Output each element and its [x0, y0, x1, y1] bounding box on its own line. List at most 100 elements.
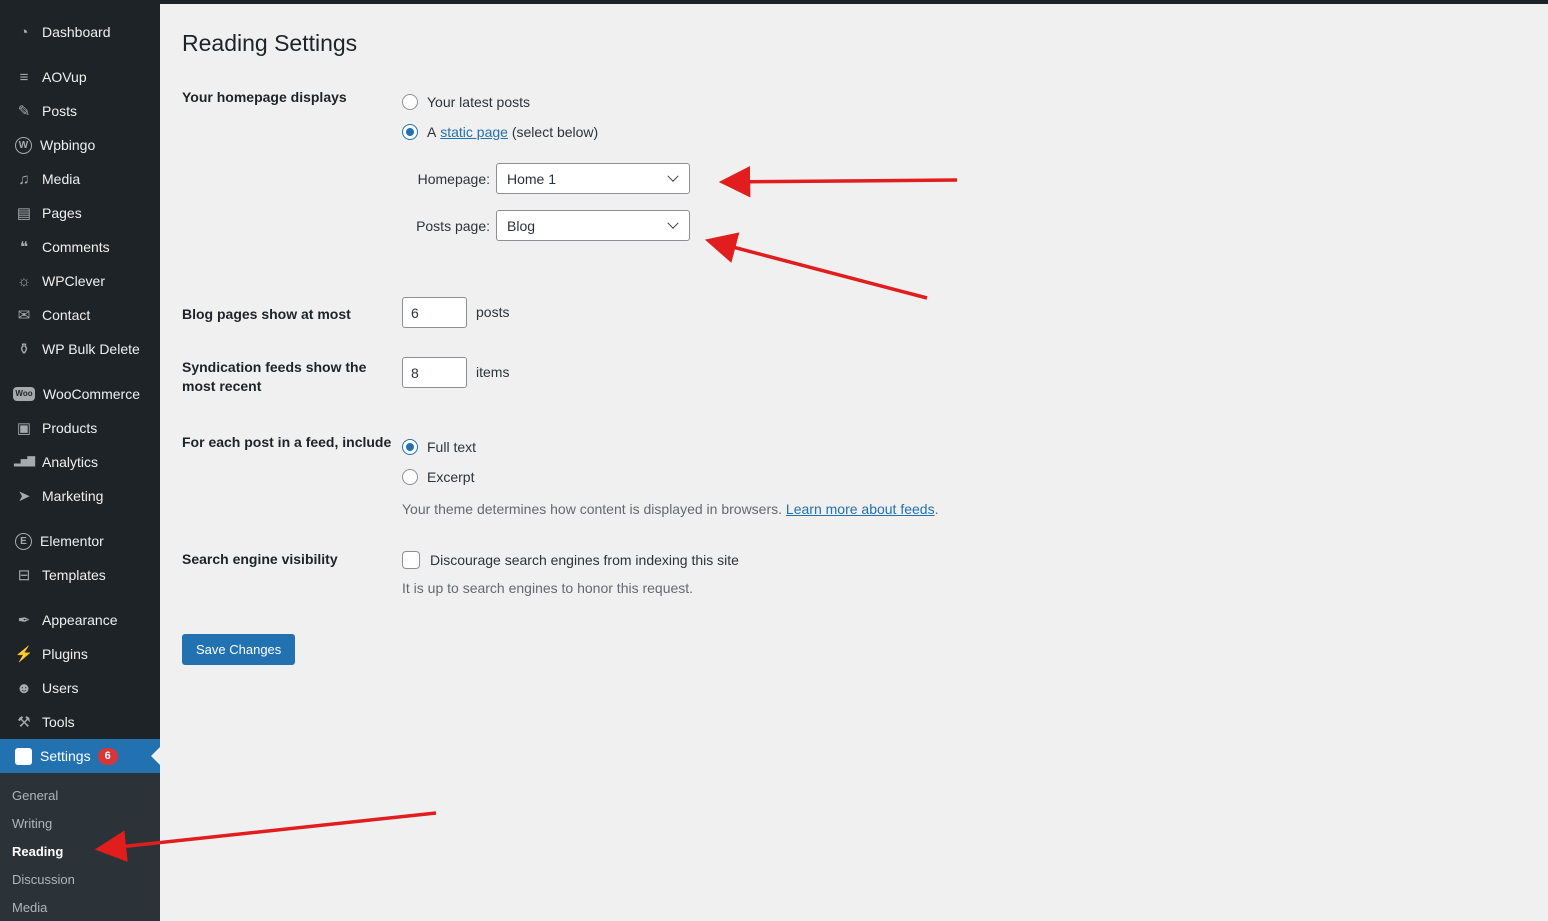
sidebar-item-pages[interactable]: ▤ Pages: [0, 196, 160, 230]
sidebar-item-marketing[interactable]: ➤ Marketing: [0, 479, 160, 513]
media-icon: ♫: [14, 172, 34, 187]
submenu-item-general[interactable]: General: [0, 782, 160, 810]
sidebar-item-templates[interactable]: ⊟ Templates: [0, 558, 160, 592]
woocommerce-icon: Woo: [13, 387, 35, 401]
submenu-item-writing[interactable]: Writing: [0, 810, 160, 838]
save-changes-button[interactable]: Save Changes: [182, 634, 295, 665]
posts-page-select[interactable]: Blog: [496, 210, 690, 241]
sidebar-item-tools[interactable]: ⚒ Tools: [0, 705, 160, 739]
latest-posts-option[interactable]: Your latest posts: [402, 87, 1528, 117]
sidebar-item-media[interactable]: ♫ Media: [0, 162, 160, 196]
chevron-down-icon: [667, 217, 678, 228]
sidebar-item-dashboard[interactable]: ◔ Dashboard: [0, 15, 160, 49]
feed-description-period: .: [935, 501, 939, 517]
latest-posts-radio[interactable]: [402, 94, 418, 110]
sidebar-item-settings[interactable]: ⇅ Settings 6: [0, 739, 160, 773]
products-icon: ▣: [14, 421, 34, 436]
homepage-displays-label: Your homepage displays: [182, 87, 402, 107]
sidebar-item-users[interactable]: ☻ Users: [0, 671, 160, 705]
top-bar: [0, 0, 1548, 4]
sidebar-item-label: Dashboard: [42, 24, 111, 40]
sidebar-item-label: Pages: [42, 205, 82, 221]
posts-page-select-label: Posts page:: [402, 218, 490, 234]
homepage-select[interactable]: Home 1: [496, 163, 690, 194]
sidebar-item-label: Media: [42, 171, 80, 187]
homepage-select-value: Home 1: [507, 171, 556, 187]
sidebar-item-products[interactable]: ▣ Products: [0, 411, 160, 445]
static-page-link[interactable]: static page: [440, 124, 508, 140]
aovup-icon: ≡: [14, 70, 34, 85]
feed-description-text: Your theme determines how content is dis…: [402, 501, 782, 517]
search-visibility-row: Search engine visibility Discourage sear…: [182, 549, 1528, 596]
static-page-radio[interactable]: [402, 124, 418, 140]
sidebar-item-plugins[interactable]: ⚡ Plugins: [0, 637, 160, 671]
blog-pages-input[interactable]: [402, 297, 467, 328]
wpbingo-icon: W: [15, 137, 32, 154]
submenu-item-discussion[interactable]: Discussion: [0, 866, 160, 894]
pages-icon: ▤: [14, 206, 34, 221]
sidebar-item-wp-bulk-delete[interactable]: ⚱ WP Bulk Delete: [0, 332, 160, 366]
sidebar-item-wpclever[interactable]: ☼ WPClever: [0, 264, 160, 298]
dashboard-icon: ◔: [14, 25, 34, 40]
static-page-option[interactable]: A static page (select below): [402, 117, 1528, 147]
sidebar-item-comments[interactable]: ❝ Comments: [0, 230, 160, 264]
sidebar-item-appearance[interactable]: ✒ Appearance: [0, 603, 160, 637]
posts-page-select-value: Blog: [507, 218, 535, 234]
syndication-input[interactable]: [402, 357, 467, 388]
trash-icon: ⚱: [14, 342, 34, 357]
sidebar-item-posts[interactable]: ✎ Posts: [0, 94, 160, 128]
homepage-displays-row: Your homepage displays Your latest posts…: [182, 87, 1528, 241]
brush-icon: ✒: [14, 613, 34, 628]
learn-more-feeds-link[interactable]: Learn more about feeds: [786, 501, 935, 517]
settings-icon: ⇅: [15, 748, 32, 765]
excerpt-radio[interactable]: [402, 469, 418, 485]
megaphone-icon: ➤: [14, 489, 34, 504]
homepage-select-row: Homepage: Home 1: [402, 163, 1528, 194]
sidebar-item-analytics[interactable]: ▂▅▇ Analytics: [0, 445, 160, 479]
feed-description: Your theme determines how content is dis…: [402, 501, 1528, 517]
homepage-select-label: Homepage:: [402, 171, 490, 187]
users-icon: ☻: [14, 681, 34, 696]
mail-icon: ✉: [14, 308, 34, 323]
sidebar-item-label: Contact: [42, 307, 90, 323]
pushpin-icon: ✎: [14, 104, 34, 119]
blog-pages-row: Blog pages show at most posts: [182, 297, 1528, 328]
comment-icon: ❝: [14, 240, 34, 255]
elementor-icon: E: [15, 533, 32, 550]
sidebar-item-label: WP Bulk Delete: [42, 341, 140, 357]
full-text-radio[interactable]: [402, 439, 418, 455]
page-title: Reading Settings: [182, 30, 1528, 57]
sidebar-item-contact[interactable]: ✉ Contact: [0, 298, 160, 332]
latest-posts-option-label: Your latest posts: [427, 94, 530, 110]
blog-pages-label: Blog pages show at most: [182, 297, 402, 324]
sidebar-item-label: Products: [42, 420, 97, 436]
excerpt-option[interactable]: Excerpt: [402, 462, 1528, 492]
search-visibility-checkbox[interactable]: [402, 551, 420, 569]
sidebar-item-label: Users: [42, 680, 79, 696]
submenu-item-media[interactable]: Media: [0, 894, 160, 921]
sidebar-item-woocommerce[interactable]: Woo WooCommerce: [0, 377, 160, 411]
sidebar-item-label: Marketing: [42, 488, 103, 504]
folder-icon: ⊟: [14, 568, 34, 583]
discourage-search-label: Discourage search engines from indexing …: [430, 552, 739, 568]
sidebar-item-label: Posts: [42, 103, 77, 119]
sidebar-item-wpbingo[interactable]: W Wpbingo: [0, 128, 160, 162]
static-page-option-suffix: (select below): [512, 124, 598, 140]
excerpt-option-label: Excerpt: [427, 469, 474, 485]
sidebar-item-label: Analytics: [42, 454, 98, 470]
sidebar-item-aovup[interactable]: ≡ AOVup: [0, 60, 160, 94]
sidebar-item-elementor[interactable]: E Elementor: [0, 524, 160, 558]
sidebar-item-label: Plugins: [42, 646, 88, 662]
active-menu-caret: [151, 747, 160, 765]
lightbulb-icon: ☼: [14, 274, 34, 289]
static-page-option-prefix: A: [427, 124, 436, 140]
sidebar-item-label: Appearance: [42, 612, 118, 628]
sidebar-item-label: WooCommerce: [43, 386, 140, 402]
search-visibility-label: Search engine visibility: [182, 549, 402, 569]
submenu-item-reading[interactable]: Reading: [0, 838, 160, 866]
discourage-search-option[interactable]: Discourage search engines from indexing …: [402, 549, 1528, 571]
bar-chart-icon: ▂▅▇: [14, 457, 34, 467]
sidebar-item-label: Tools: [42, 714, 75, 730]
sidebar-item-label: Elementor: [40, 533, 104, 549]
full-text-option[interactable]: Full text: [402, 432, 1528, 462]
